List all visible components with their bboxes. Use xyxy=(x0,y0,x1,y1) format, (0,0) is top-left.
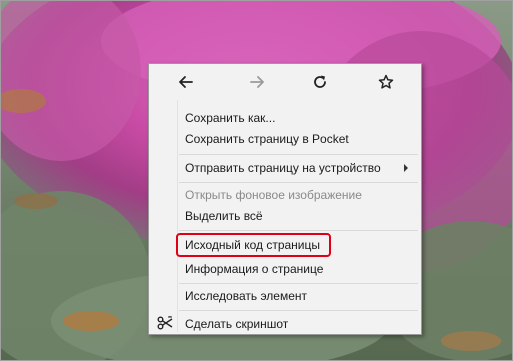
menu-item-select-all[interactable]: Выделить всё xyxy=(185,207,413,225)
navigation-row xyxy=(149,64,421,100)
submenu-arrow-icon xyxy=(404,164,408,172)
menu-item-save-to-pocket[interactable]: Сохранить страницу в Pocket xyxy=(185,130,413,148)
arrow-right-icon xyxy=(250,76,264,88)
context-menu: Сохранить как... Сохранить страницу в Po… xyxy=(148,63,422,335)
menu-separator xyxy=(179,230,418,231)
menu-separator xyxy=(179,182,418,183)
bookmark-button[interactable] xyxy=(375,71,397,93)
menu-item-send-to-device[interactable]: Отправить страницу на устройство xyxy=(185,159,413,177)
scissors-icon xyxy=(157,316,173,330)
view-source-highlight-box xyxy=(176,233,331,257)
menu-separator xyxy=(179,310,418,311)
star-icon xyxy=(378,74,394,89)
menu-item-take-screenshot[interactable]: Сделать скриншот xyxy=(185,315,413,333)
reload-button[interactable] xyxy=(309,71,331,93)
menu-gutter xyxy=(177,100,178,332)
screenshot-frame: Сохранить как... Сохранить страницу в Po… xyxy=(0,0,513,361)
forward-button[interactable] xyxy=(246,71,268,93)
menu-item-save-as[interactable]: Сохранить как... xyxy=(185,109,413,127)
back-button[interactable] xyxy=(175,71,197,93)
menu-separator xyxy=(179,154,418,155)
arrow-left-icon xyxy=(179,76,193,88)
menu-item-view-background: Открыть фоновое изображение xyxy=(185,188,362,202)
menu-item-page-info[interactable]: Информация о странице xyxy=(185,260,413,278)
menu-item-inspect-element[interactable]: Исследовать элемент xyxy=(185,287,413,305)
menu-separator xyxy=(179,283,418,284)
reload-icon xyxy=(314,75,326,88)
menu-item-send-to-device-label: Отправить страницу на устройство xyxy=(185,161,381,175)
